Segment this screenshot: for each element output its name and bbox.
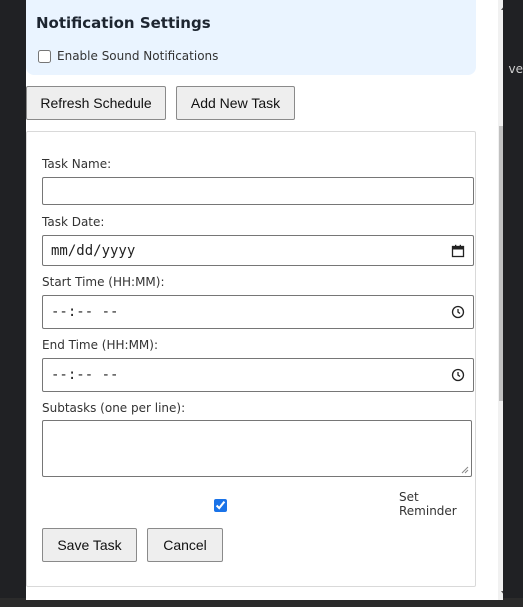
task-name-input[interactable]	[42, 177, 474, 205]
set-reminder-label: Set Reminder	[399, 490, 457, 518]
refresh-schedule-button[interactable]: Refresh Schedule	[26, 86, 166, 120]
sound-notifications-label[interactable]: Enable Sound Notifications	[57, 49, 218, 63]
task-modal: Notification Settings Enable Sound Notif…	[26, 0, 503, 600]
task-form: Task Name: Task Date: mm/dd/yyyy Start T…	[26, 131, 476, 587]
end-time-placeholder: --:-- --	[51, 367, 119, 383]
notification-settings-title: Notification Settings	[36, 14, 211, 32]
task-name-label: Task Name:	[42, 157, 112, 171]
add-new-task-button[interactable]: Add New Task	[176, 86, 295, 120]
background-text: ve	[508, 62, 523, 76]
scrollbar-thumb[interactable]	[499, 126, 503, 401]
start-time-placeholder: --:-- --	[51, 304, 119, 320]
set-reminder-checkbox[interactable]	[214, 499, 227, 512]
subtasks-label: Subtasks (one per line):	[42, 401, 186, 415]
end-time-label: End Time (HH:MM):	[42, 338, 159, 352]
task-date-input[interactable]: mm/dd/yyyy	[42, 235, 474, 266]
save-task-button[interactable]: Save Task	[42, 528, 137, 562]
scroll-down-arrow-icon[interactable]	[501, 591, 503, 595]
notification-settings-panel: Notification Settings Enable Sound Notif…	[26, 0, 476, 75]
scroll-up-arrow-icon[interactable]	[501, 6, 503, 10]
task-date-placeholder: mm/dd/yyyy	[51, 242, 136, 259]
app-background-left	[0, 0, 26, 607]
sound-notifications-checkbox[interactable]	[38, 49, 51, 63]
start-time-label: Start Time (HH:MM):	[42, 275, 165, 289]
resize-handle-icon[interactable]	[461, 466, 469, 474]
sound-notifications-option[interactable]: Enable Sound Notifications	[38, 49, 218, 63]
calendar-icon[interactable]	[451, 244, 465, 258]
app-background-right: ve	[503, 0, 523, 607]
task-date-label: Task Date:	[42, 215, 105, 229]
start-time-input[interactable]: --:-- --	[42, 295, 474, 329]
clock-icon[interactable]	[451, 368, 465, 382]
clock-icon[interactable]	[451, 305, 465, 319]
modal-scrollbar[interactable]	[498, 0, 503, 600]
cancel-button[interactable]: Cancel	[147, 528, 223, 562]
subtasks-textarea[interactable]	[42, 420, 472, 477]
end-time-input[interactable]: --:-- --	[42, 358, 474, 392]
